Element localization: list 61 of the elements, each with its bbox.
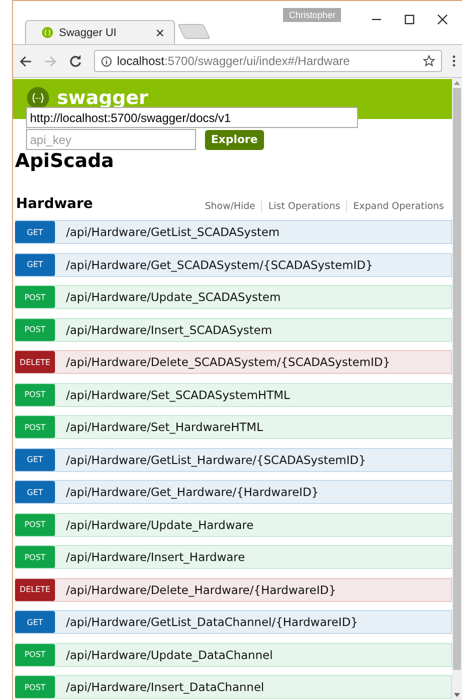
endpoint-path[interactable]: /api/Hardware/Update_Hardware bbox=[66, 518, 254, 532]
api-title: ApiScada bbox=[14, 150, 116, 172]
operation-row[interactable]: POST /api/Hardware/Insert_Hardware bbox=[15, 545, 452, 569]
info-icon[interactable] bbox=[101, 56, 112, 66]
method-badge[interactable]: GET bbox=[15, 254, 55, 276]
endpoint-path[interactable]: /api/Hardware/Update_DataChannel bbox=[66, 648, 273, 662]
maximize-icon[interactable] bbox=[404, 14, 415, 25]
method-badge[interactable]: DELETE bbox=[15, 351, 55, 373]
scrollbar[interactable] bbox=[452, 78, 462, 700]
favicon-icon bbox=[42, 27, 53, 38]
close-tab-icon[interactable] bbox=[156, 28, 164, 36]
address-bar[interactable]: localhost:5700/swagger/ui/index#/Hardware bbox=[94, 50, 442, 72]
operation-row[interactable]: POST /api/Hardware/Insert_DataChannel bbox=[15, 675, 452, 699]
section-link[interactable]: List Operations bbox=[268, 200, 340, 212]
reload-icon[interactable] bbox=[69, 54, 82, 68]
method-badge[interactable]: DELETE bbox=[15, 578, 55, 600]
endpoint-path[interactable]: /api/Hardware/Insert_Hardware bbox=[66, 550, 245, 564]
endpoint-path[interactable]: /api/Hardware/Delete_SCADASystem/{SCADASystemID} bbox=[66, 355, 390, 369]
url-text: localhost:5700/swagger/ui/index#/Hardware bbox=[117, 54, 351, 68]
url-field[interactable]: http://localhost:5700/swagger/docs/v1 bbox=[26, 107, 358, 128]
star-icon[interactable] bbox=[423, 55, 435, 67]
endpoint-path[interactable]: /api/Hardware/Insert_SCADASystem bbox=[66, 322, 272, 336]
endpoint-path[interactable]: /api/Hardware/GetList_DataChannel/{HardwareID} bbox=[66, 615, 358, 629]
operation-row[interactable]: POST /api/Hardware/Update_Hardware bbox=[15, 512, 452, 536]
section-title[interactable]: Hardware bbox=[16, 196, 93, 212]
operation-row[interactable]: GET /api/Hardware/Get_SCADASystem/{SCADASystemID} bbox=[15, 252, 452, 276]
section-link[interactable]: Expand Operations bbox=[353, 200, 444, 212]
menu-icon[interactable] bbox=[452, 55, 456, 67]
operation-row[interactable]: POST /api/Hardware/Set_HardwareHTML bbox=[15, 415, 452, 439]
endpoint-path[interactable]: /api/Hardware/GetList_SCADASystem bbox=[66, 225, 280, 239]
api-key-field[interactable]: api_key bbox=[26, 129, 196, 150]
method-badge[interactable]: GET bbox=[15, 611, 55, 633]
method-badge[interactable]: GET bbox=[15, 221, 55, 243]
close-icon[interactable] bbox=[437, 14, 448, 25]
operation-row[interactable]: GET /api/Hardware/GetList_SCADASystem bbox=[15, 220, 452, 244]
section-link[interactable]: Show/Hide bbox=[204, 200, 256, 212]
method-badge[interactable]: GET bbox=[15, 481, 55, 503]
endpoint-path[interactable]: /api/Hardware/GetList_Hardware/{SCADASystemID} bbox=[66, 452, 366, 466]
endpoint-path[interactable]: /api/Hardware/Set_SCADASystemHTML bbox=[66, 388, 290, 402]
operation-row[interactable]: DELETE /api/Hardware/Delete_SCADASystem/{SCADASystemID} bbox=[15, 350, 452, 374]
explore-button[interactable]: Explore bbox=[205, 130, 264, 150]
endpoint-path[interactable]: /api/Hardware/Get_SCADASystem/{SCADASystemID} bbox=[66, 258, 373, 272]
endpoint-path[interactable]: /api/Hardware/Update_SCADASystem bbox=[66, 290, 281, 304]
operation-row[interactable]: DELETE /api/Hardware/Delete_Hardware/{HardwareID} bbox=[15, 578, 452, 602]
operation-row[interactable]: POST /api/Hardware/Insert_SCADASystem bbox=[15, 318, 452, 342]
brand-name: swagger bbox=[57, 87, 148, 109]
scroll-down-icon[interactable] bbox=[454, 693, 460, 697]
browser-tab[interactable]: Swagger UI bbox=[25, 20, 175, 44]
operation-row[interactable]: GET /api/Hardware/GetList_Hardware/{SCADASystemID} bbox=[15, 448, 452, 472]
endpoint-path[interactable]: /api/Hardware/Get_Hardware/{HardwareID} bbox=[66, 485, 319, 499]
endpoint-path[interactable]: /api/Hardware/Set_HardwareHTML bbox=[66, 420, 263, 434]
operation-row[interactable]: POST /api/Hardware/Update_SCADASystem bbox=[15, 285, 452, 309]
endpoint-path[interactable]: /api/Hardware/Delete_Hardware/{HardwareID} bbox=[66, 582, 336, 596]
endpoint-path[interactable]: /api/Hardware/Insert_DataChannel bbox=[66, 680, 264, 694]
method-badge[interactable]: GET bbox=[15, 448, 55, 470]
operation-row[interactable]: POST /api/Hardware/Update_DataChannel bbox=[15, 642, 452, 666]
back-arrow-icon[interactable] bbox=[19, 54, 32, 68]
operation-row[interactable]: POST /api/Hardware/Set_SCADASystemHTML bbox=[15, 382, 452, 406]
operation-row[interactable]: GET /api/Hardware/Get_Hardware/{HardwareID} bbox=[15, 480, 452, 504]
operation-row[interactable]: GET /api/Hardware/GetList_DataChannel/{HardwareID} bbox=[15, 610, 452, 634]
scrollbar-thumb[interactable] bbox=[453, 88, 461, 670]
